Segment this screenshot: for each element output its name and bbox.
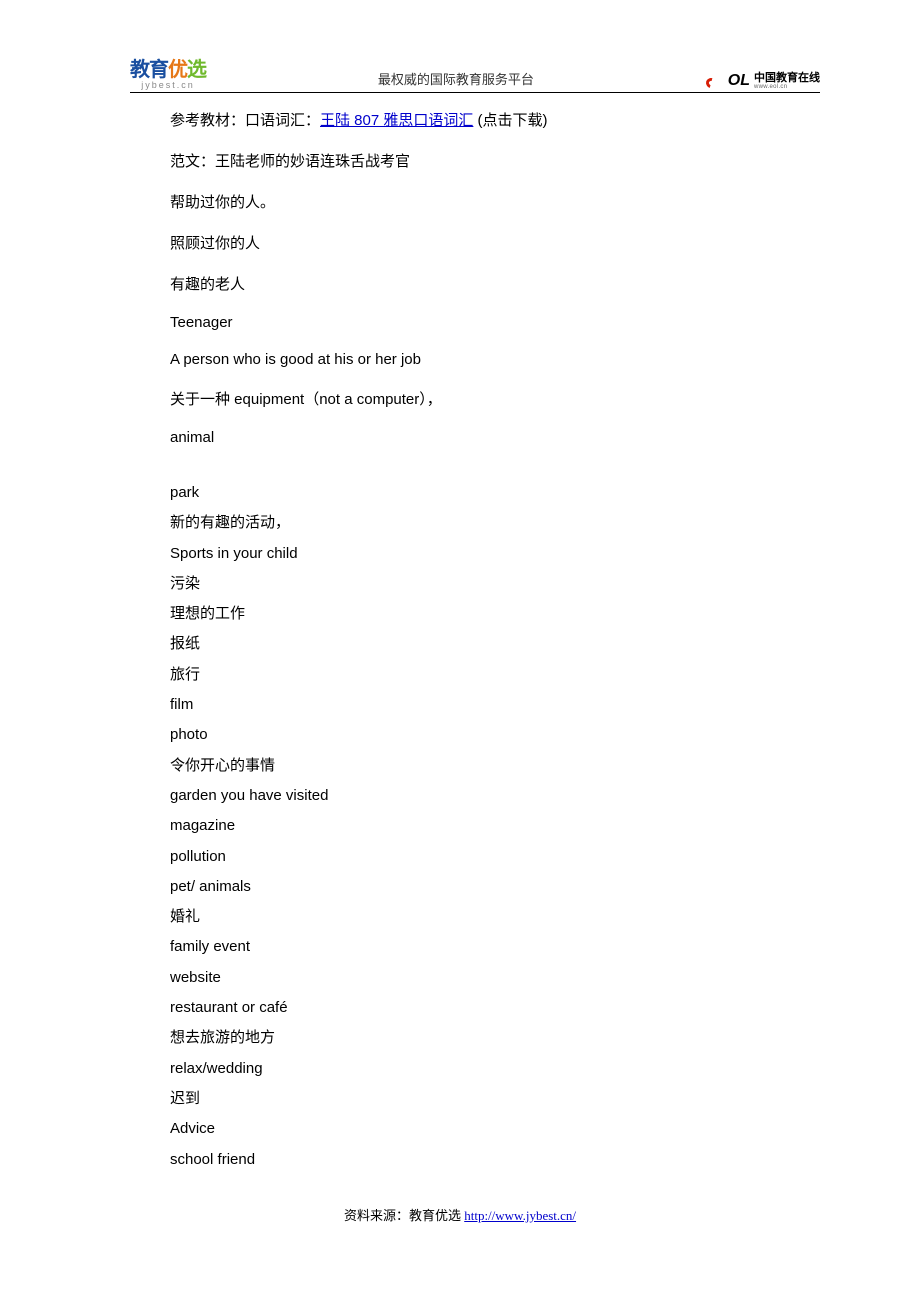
para-help: 帮助过你的人。 (170, 191, 820, 212)
reference-line: 参考教材：口语词汇：王陆 807 雅思口语词汇 (点击下载) (170, 109, 820, 130)
reference-prefix: 参考教材：口语词汇： (170, 112, 320, 129)
para-goodjob: A person who is good at his or her job (170, 351, 820, 368)
logo-jybest-domain: jybest.cn (141, 81, 195, 90)
footer-link[interactable]: http://www.jybest.cn/ (464, 1208, 576, 1223)
para-fanwen: 范文：王陆老师的妙语连珠舌战考官 (170, 150, 820, 171)
list-item: magazine (170, 811, 820, 841)
topic-list: park 新的有趣的活动， Sports in your child 污染 理想… (170, 478, 820, 1175)
footer-label: 资料来源：教育优选 (344, 1208, 464, 1223)
list-item: website (170, 963, 820, 993)
list-item: 新的有趣的活动， (170, 508, 820, 538)
para-oldman: 有趣的老人 (170, 273, 820, 294)
logo-part-2: 优 (168, 59, 187, 81)
logo-eol-cn: 中国教育在线 (754, 73, 820, 84)
logo-eol-swirl-icon (706, 74, 724, 88)
logo-jybest-text: 教育优选 (130, 60, 206, 80)
reference-link[interactable]: 王陆 807 雅思口语词汇 (320, 112, 473, 129)
list-item: relax/wedding (170, 1054, 820, 1084)
main-content: 参考教材：口语词汇：王陆 807 雅思口语词汇 (点击下载) 范文：王陆老师的妙… (170, 109, 820, 1175)
list-item: garden you have visited (170, 781, 820, 811)
list-item: film (170, 690, 820, 720)
para-teenager: Teenager (170, 314, 820, 331)
list-item: 迟到 (170, 1084, 820, 1114)
list-item: 理想的工作 (170, 599, 820, 629)
reference-suffix: (点击下载) (473, 112, 547, 129)
header-title: 最权威的国际教育服务平台 (206, 69, 706, 90)
logo-part-1: 教育 (130, 59, 168, 81)
logo-part-3: 选 (187, 59, 206, 81)
page-footer: 资料来源：教育优选 http://www.jybest.cn/ (100, 1205, 820, 1224)
logo-eol-url: www.eol.cn (754, 84, 820, 90)
list-item: 报纸 (170, 629, 820, 659)
list-item: school friend (170, 1145, 820, 1175)
logo-eol: OL 中国教育在线 www.eol.cn (706, 72, 820, 90)
list-item: 令你开心的事情 (170, 751, 820, 781)
para-equipment: 关于一种 equipment（not a computer）， (170, 388, 820, 409)
list-item: 旅行 (170, 660, 820, 690)
list-item: 想去旅游的地方 (170, 1023, 820, 1053)
list-item: Advice (170, 1114, 820, 1144)
list-item: pet/ animals (170, 872, 820, 902)
list-item: 婚礼 (170, 902, 820, 932)
para-care: 照顾过你的人 (170, 232, 820, 253)
list-item: 污染 (170, 569, 820, 599)
page-header: 教育优选 jybest.cn 最权威的国际教育服务平台 OL 中国教育在线 ww… (130, 60, 820, 93)
list-item: family event (170, 932, 820, 962)
logo-eol-brand: OL (728, 72, 750, 90)
para-animal: animal (170, 429, 820, 446)
list-item: photo (170, 720, 820, 750)
list-item: park (170, 478, 820, 508)
logo-jybest: 教育优选 jybest.cn (130, 60, 206, 90)
list-item: Sports in your child (170, 539, 820, 569)
list-item: pollution (170, 842, 820, 872)
list-item: restaurant or café (170, 993, 820, 1023)
